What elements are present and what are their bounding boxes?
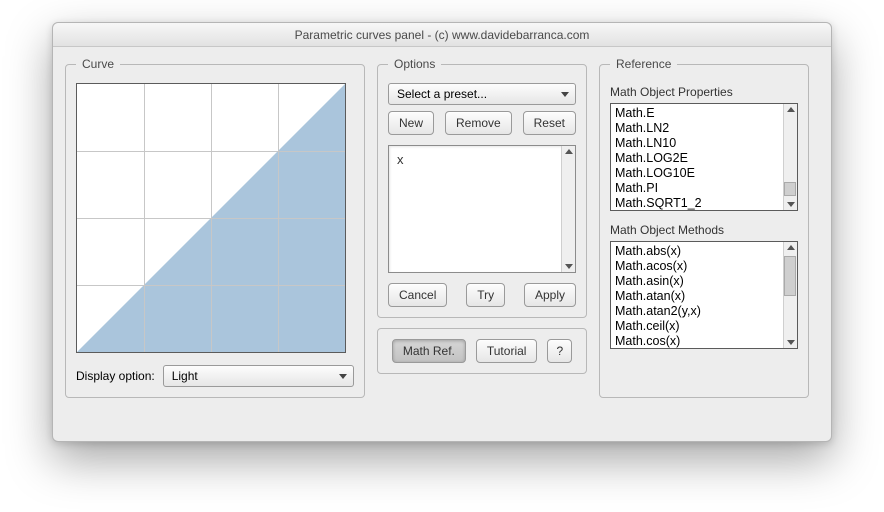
math-ref-button[interactable]: Math Ref. xyxy=(392,339,466,363)
display-option-value: Light xyxy=(172,369,198,383)
window-title: Parametric curves panel - (c) www.davide… xyxy=(53,23,831,47)
gridline xyxy=(77,218,345,219)
options-legend: Options xyxy=(388,57,441,71)
tutorial-button[interactable]: Tutorial xyxy=(476,339,538,363)
apply-button[interactable]: Apply xyxy=(524,283,576,307)
scrollbar-thumb[interactable] xyxy=(784,256,796,296)
list-item[interactable]: Math.ceil(x) xyxy=(615,319,781,334)
chevron-down-icon xyxy=(561,92,569,97)
list-item[interactable]: Math.PI xyxy=(615,181,781,196)
methods-heading: Math Object Methods xyxy=(610,223,798,237)
list-item[interactable]: Math.LN10 xyxy=(615,136,781,151)
list-item[interactable]: Math.LOG10E xyxy=(615,166,781,181)
try-button[interactable]: Try xyxy=(466,283,505,307)
remove-button[interactable]: Remove xyxy=(445,111,512,135)
list-item[interactable]: Math.acos(x) xyxy=(615,259,781,274)
reference-group: Reference Math Object Properties Math.E … xyxy=(599,57,809,398)
preset-value: Select a preset... xyxy=(397,87,487,101)
display-option-select[interactable]: Light xyxy=(163,365,354,387)
list-item[interactable]: Math.atan2(y,x) xyxy=(615,304,781,319)
list-item[interactable]: Math.abs(x) xyxy=(615,244,781,259)
aux-panel: Math Ref. Tutorial ? xyxy=(377,328,587,374)
reset-button[interactable]: Reset xyxy=(523,111,576,135)
list-item[interactable]: Math.SQRT1_2 xyxy=(615,196,781,211)
scrollbar-thumb[interactable] xyxy=(784,182,796,196)
scrollbar[interactable] xyxy=(561,146,575,272)
props-heading: Math Object Properties xyxy=(610,85,798,99)
expression-input[interactable]: x xyxy=(388,145,576,273)
gridline xyxy=(77,285,345,286)
curve-canvas[interactable] xyxy=(76,83,346,353)
properties-listbox[interactable]: Math.E Math.LN2 Math.LN10 Math.LOG2E Mat… xyxy=(610,103,798,211)
cancel-button[interactable]: Cancel xyxy=(388,283,447,307)
options-group: Options Select a preset... New Remove Re… xyxy=(377,57,587,318)
display-option-label: Display option: xyxy=(76,369,155,383)
list-item[interactable]: Math.LN2 xyxy=(615,121,781,136)
gridline xyxy=(77,151,345,152)
dialog-window: Parametric curves panel - (c) www.davide… xyxy=(52,22,832,442)
curve-legend: Curve xyxy=(76,57,120,71)
preset-select[interactable]: Select a preset... xyxy=(388,83,576,105)
list-item[interactable]: Math.cos(x) xyxy=(615,334,781,349)
methods-listbox[interactable]: Math.abs(x) Math.acos(x) Math.asin(x) Ma… xyxy=(610,241,798,349)
reference-legend: Reference xyxy=(610,57,677,71)
curve-group: Curve Display option: Light xyxy=(65,57,365,398)
new-button[interactable]: New xyxy=(388,111,434,135)
content-area: Curve Display option: Light Opt xyxy=(53,47,831,408)
list-item[interactable]: Math.E xyxy=(615,106,781,121)
help-button[interactable]: ? xyxy=(547,339,572,363)
list-item[interactable]: Math.atan(x) xyxy=(615,289,781,304)
list-item[interactable]: Math.LOG2E xyxy=(615,151,781,166)
expression-value: x xyxy=(397,152,404,167)
chevron-down-icon xyxy=(339,374,347,379)
list-item[interactable]: Math.asin(x) xyxy=(615,274,781,289)
